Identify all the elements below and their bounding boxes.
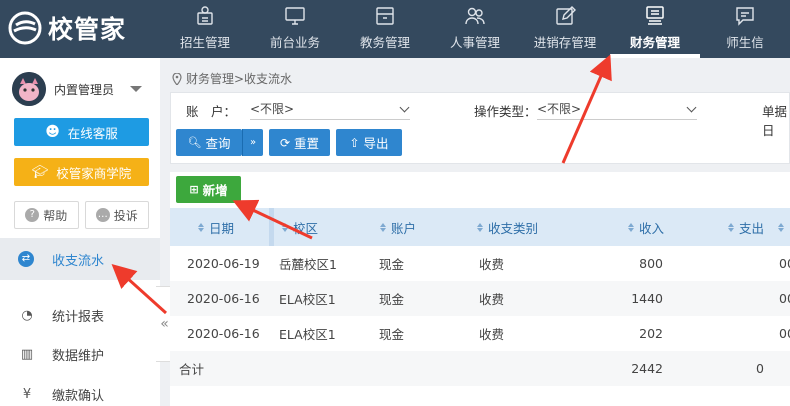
sort-icon (282, 222, 288, 232)
help-row: ? 帮助 … 投诉 (14, 201, 149, 229)
table-row[interactable]: 2020-06-16 ELA校区1 现金 收费 202 00 (170, 316, 790, 351)
app-logo[interactable]: 校管家 (8, 8, 126, 48)
yen-icon: ¥ (22, 386, 32, 402)
sidebar-item-payment-confirm[interactable]: ¥ 缴款确认 (0, 374, 160, 406)
logo-text: 校管家 (48, 15, 127, 44)
sidebar-item-transactions[interactable]: ⇄ 收支流水 (0, 238, 160, 280)
table-row[interactable]: 2020-06-19 岳麓校区1 现金 收费 800 00 (170, 246, 790, 281)
nav-item-academic[interactable]: 教务管理 (340, 0, 430, 58)
double-chevron-left-icon: « (160, 316, 169, 332)
exchange-icon: ⇄ (18, 251, 34, 267)
column-header-more[interactable] (778, 208, 784, 246)
edit-icon (556, 6, 576, 25)
column-header-category[interactable]: 收支类别 (477, 208, 538, 246)
ellipsis-icon: … (95, 208, 110, 222)
search-icon: 🔍︎ (187, 136, 202, 149)
grid-plus-icon: ⊞ (189, 183, 199, 196)
table-row[interactable]: 2020-06-16 ELA校区1 现金 收费 1440 00 (170, 281, 790, 316)
top-navigation-bar: 校管家 招生管理 前台业务 教务管理 人事管理 进销存管理 财务管理 师生信 (0, 0, 790, 58)
main-nav: 招生管理 前台业务 教务管理 人事管理 进销存管理 财务管理 师生信 (160, 0, 790, 58)
nav-item-front-desk[interactable]: 前台业务 (250, 0, 340, 58)
upload-icon: ⇧ (349, 135, 360, 150)
double-chevron-down-icon: » (249, 137, 257, 148)
op-type-select[interactable]: <不限> (537, 98, 697, 120)
sort-icon (198, 222, 204, 232)
avatar (12, 72, 46, 106)
sort-icon (778, 222, 784, 232)
nav-item-hr[interactable]: 人事管理 (430, 0, 520, 58)
academy-button[interactable]: 🎓︎ 校管家商学院 (14, 158, 149, 186)
monitor-icon (285, 7, 305, 25)
graduation-cap-icon: 🎓︎ (31, 164, 49, 180)
column-header-date[interactable]: 日期 (198, 208, 234, 246)
enrollment-icon (197, 6, 213, 25)
reset-button[interactable]: ⟳ 重置 (269, 129, 330, 156)
add-button[interactable]: ⊞ 新增 (176, 176, 241, 203)
column-header-campus[interactable]: 校区 (282, 208, 318, 246)
message-icon (736, 7, 754, 26)
finance-register-icon (646, 6, 664, 25)
sort-icon (728, 222, 734, 232)
chevron-down-icon (399, 102, 410, 112)
help-button[interactable]: ? 帮助 (14, 201, 79, 229)
column-resize-handle[interactable] (269, 208, 274, 246)
column-header-account[interactable]: 账户 (380, 208, 416, 246)
question-icon: ? (25, 208, 40, 222)
nav-item-finance[interactable]: 财务管理 (610, 0, 700, 58)
nav-item-inventory[interactable]: 进销存管理 (520, 0, 610, 58)
sort-icon (380, 222, 386, 232)
headset-icon: ☻ (45, 124, 60, 140)
user-name: 内置管理员 (54, 82, 115, 97)
sort-icon (477, 222, 483, 232)
account-label: 账 户： (186, 104, 237, 119)
column-header-income[interactable]: 收入 (628, 208, 664, 246)
bar-chart-icon: ▥ (20, 346, 34, 362)
logo-mark-icon (8, 11, 42, 45)
query-button[interactable]: 🔍︎ 查询 (176, 129, 242, 156)
sidebar: 内置管理员 ☻ 在线客服 🎓︎ 校管家商学院 ? 帮助 … 投诉 ⇄ 收支流水 … (0, 58, 160, 406)
export-button[interactable]: ⇧ 导出 (336, 129, 402, 156)
pie-chart-icon: ◔ (21, 307, 33, 323)
query-options-button[interactable]: » (242, 129, 263, 156)
nav-item-messages[interactable]: 师生信 (700, 0, 790, 58)
nav-item-enrollment[interactable]: 招生管理 (160, 0, 250, 58)
doc-date-label: 单据日 (762, 104, 788, 138)
column-header-expense[interactable]: 支出 (728, 208, 764, 246)
online-service-button[interactable]: ☻ 在线客服 (14, 118, 149, 146)
people-icon (465, 7, 485, 25)
sort-icon (628, 222, 634, 232)
op-type-label: 操作类型： (474, 104, 537, 119)
sidebar-item-reports[interactable]: ◔ 统计报表 (0, 295, 160, 335)
archive-box-icon (376, 7, 394, 25)
breadcrumb: 财务管理>收支流水 (172, 70, 292, 87)
chevron-down-icon (130, 86, 143, 92)
refresh-icon: ⟳ (279, 135, 291, 150)
sidebar-item-data-maintenance[interactable]: ▥ 数据维护 (0, 334, 160, 374)
account-select[interactable]: <不限> (250, 98, 410, 120)
chevron-down-icon (686, 102, 697, 112)
table-total-row: 合计 2442 0 (170, 351, 790, 386)
table-header: 日期 校区 账户 收支类别 收入 支出 (170, 208, 790, 246)
complaint-button[interactable]: … 投诉 (84, 201, 149, 229)
location-pin-icon (172, 72, 182, 85)
user-menu[interactable]: 内置管理员 (12, 72, 143, 106)
